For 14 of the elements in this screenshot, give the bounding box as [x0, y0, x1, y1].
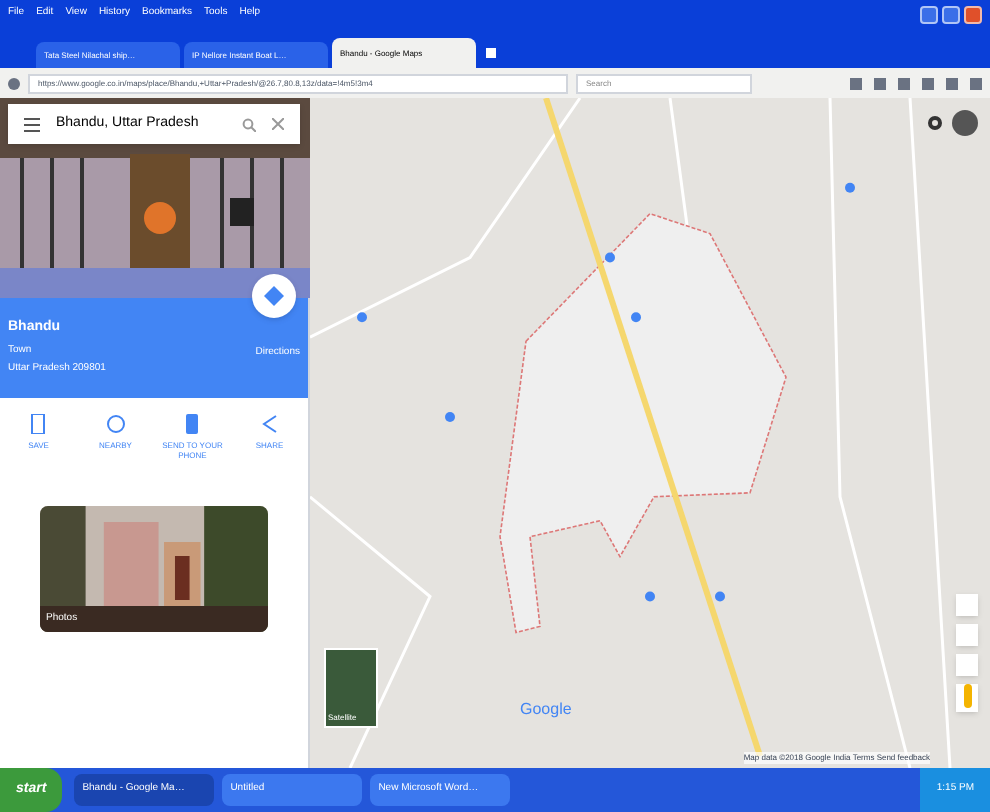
- directions-icon: [264, 286, 284, 306]
- minimize-button[interactable]: [920, 5, 938, 23]
- avatar[interactable]: [952, 110, 978, 136]
- close-icon[interactable]: [272, 118, 284, 130]
- phone-icon: [182, 414, 203, 434]
- maximize-button[interactable]: [942, 5, 960, 23]
- directions-button[interactable]: [252, 274, 296, 318]
- close-button[interactable]: [964, 5, 982, 23]
- search-icon[interactable]: [242, 117, 256, 131]
- circle-icon: [105, 414, 126, 434]
- apps-icon[interactable]: [928, 116, 942, 130]
- bookmark-icon: [28, 414, 49, 434]
- google-logo: Google: [520, 698, 572, 722]
- share-icon: [259, 414, 280, 434]
